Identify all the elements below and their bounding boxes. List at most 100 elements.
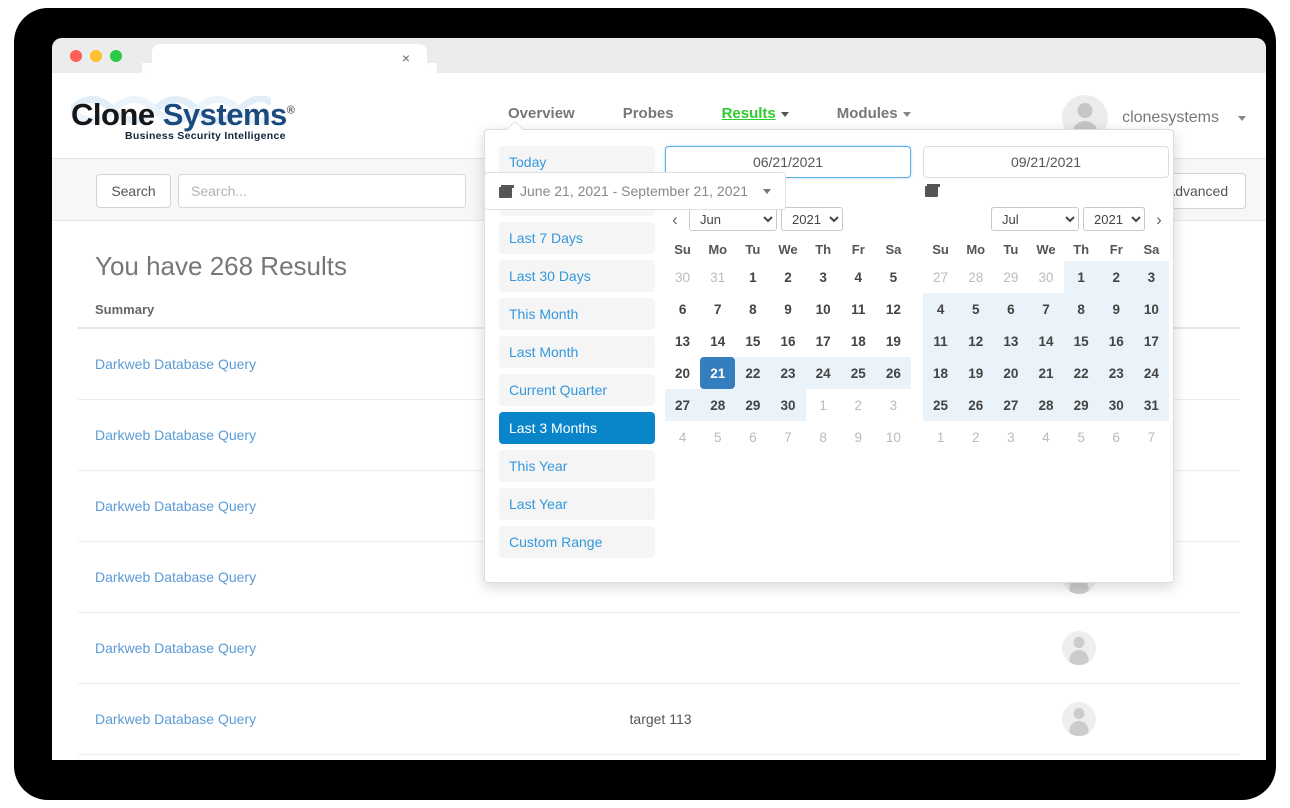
maximize-window-button[interactable] [110, 50, 122, 62]
calendar-day-cell[interactable]: 6 [665, 293, 700, 325]
nav-item-probes[interactable]: Probes [599, 105, 698, 122]
calendar-day-cell[interactable]: 17 [1133, 325, 1169, 357]
calendar-day-cell[interactable]: 25 [840, 357, 876, 389]
date-preset-custom-range[interactable]: Custom Range [499, 526, 655, 558]
calendar-day-cell[interactable]: 7 [700, 293, 735, 325]
minimize-window-button[interactable] [90, 50, 102, 62]
close-window-button[interactable] [70, 50, 82, 62]
result-summary-link[interactable]: Darkweb Database Query [95, 640, 256, 656]
calendar-day-cell[interactable]: 26 [875, 357, 911, 389]
next-month-button[interactable]: › [1149, 211, 1169, 228]
date-range-button[interactable]: June 21, 2021 - September 21, 2021 [484, 172, 786, 210]
calendar-day-cell[interactable]: 11 [841, 293, 876, 325]
calendar-day-cell[interactable]: 7 [1028, 293, 1064, 325]
table-row[interactable]: Darkweb Database Query [78, 612, 1240, 684]
calendar-day-cell[interactable]: 20 [665, 357, 700, 389]
calendar-day-cell[interactable]: 14 [700, 325, 735, 357]
calendar-day-cell[interactable]: 23 [1098, 357, 1134, 389]
date-preset-last-30-days[interactable]: Last 30 Days [499, 260, 655, 292]
calendar-day-cell[interactable]: 16 [770, 325, 805, 357]
date-preset-last-month[interactable]: Last Month [499, 336, 655, 368]
end-date-input[interactable] [923, 146, 1169, 178]
calendar-day-cell[interactable]: 27 [993, 389, 1029, 421]
calendar-day-cell[interactable]: 9 [1098, 293, 1134, 325]
calendar-day-cell[interactable]: 13 [993, 325, 1029, 357]
table-row[interactable]: Darkweb Database Querytarget 113 [78, 754, 1240, 760]
calendar-day-cell[interactable]: 25 [923, 389, 959, 421]
calendar-day-cell[interactable]: 15 [735, 325, 770, 357]
calendar-day-cell[interactable]: 5 [958, 293, 994, 325]
calendar-day-cell[interactable]: 12 [958, 325, 994, 357]
table-row[interactable]: Darkweb Database Querytarget 113 [78, 683, 1240, 755]
result-summary-link[interactable]: Darkweb Database Query [95, 356, 256, 372]
calendar-day-cell[interactable]: 2 [770, 261, 805, 293]
year-select-left[interactable]: 2021 [781, 207, 843, 231]
calendar-day-cell[interactable]: 15 [1063, 325, 1099, 357]
browser-tab[interactable]: × [142, 44, 437, 73]
calendar-day-cell[interactable]: 12 [876, 293, 911, 325]
calendar-day-cell[interactable]: 11 [923, 325, 959, 357]
nav-item-overview[interactable]: Overview [484, 105, 599, 122]
nav-item-results[interactable]: Results [698, 105, 813, 122]
calendar-day-cell[interactable]: 10 [1133, 293, 1169, 325]
calendar-day-cell[interactable]: 2 [1098, 261, 1134, 293]
calendar-day-cell[interactable]: 30 [1098, 389, 1134, 421]
date-preset-this-month[interactable]: This Month [499, 298, 655, 330]
calendar-day-cell[interactable]: 22 [1063, 357, 1099, 389]
calendar-day-cell[interactable]: 9 [770, 293, 805, 325]
calendar-day-cell[interactable]: 20 [993, 357, 1029, 389]
result-summary-link[interactable]: Darkweb Database Query [95, 711, 256, 727]
calendar-icon[interactable] [925, 184, 940, 197]
calendar-day-cell[interactable]: 1 [735, 261, 770, 293]
month-select-left[interactable]: Jun [689, 207, 777, 231]
search-button[interactable]: Search [96, 174, 171, 208]
calendar-day-cell[interactable]: 13 [665, 325, 700, 357]
calendar-day-cell[interactable]: 4 [841, 261, 876, 293]
calendar-day-cell[interactable]: 6 [993, 293, 1029, 325]
date-preset-last-3-months[interactable]: Last 3 Months [499, 412, 655, 444]
logo[interactable]: Clone Systems® Business Security Intelli… [65, 92, 295, 142]
calendar-day-cell[interactable]: 3 [806, 261, 841, 293]
calendar-day-cell[interactable]: 27 [665, 389, 701, 421]
calendar-day-cell[interactable]: 23 [770, 357, 806, 389]
month-select-right[interactable]: Jul [991, 207, 1079, 231]
calendar-day-cell[interactable]: 29 [735, 389, 771, 421]
calendar-day-cell[interactable]: 1 [1063, 261, 1099, 293]
calendar-day-cell[interactable]: 10 [806, 293, 841, 325]
date-preset-this-year[interactable]: This Year [499, 450, 655, 482]
result-summary-link[interactable]: Darkweb Database Query [95, 427, 256, 443]
date-preset-last-year[interactable]: Last Year [499, 488, 655, 520]
calendar-day-cell[interactable]: 28 [700, 389, 736, 421]
calendar-day-cell[interactable]: 4 [923, 293, 959, 325]
search-input[interactable] [178, 174, 466, 208]
date-preset-current-quarter[interactable]: Current Quarter [499, 374, 655, 406]
result-summary-link[interactable]: Darkweb Database Query [95, 498, 256, 514]
calendar-day-cell[interactable]: 5 [876, 261, 911, 293]
calendar-day-cell[interactable]: 8 [735, 293, 770, 325]
calendar-day-cell[interactable]: 31 [1133, 389, 1169, 421]
calendar-day-cell[interactable]: 14 [1028, 325, 1064, 357]
calendar-day-cell[interactable]: 19 [958, 357, 994, 389]
calendar-day-cell[interactable]: 30 [770, 389, 806, 421]
calendar-day-cell[interactable]: 3 [1133, 261, 1169, 293]
calendar-day-cell[interactable]: 18 [841, 325, 876, 357]
calendar-day-cell[interactable]: 29 [1063, 389, 1099, 421]
nav-item-modules[interactable]: Modules [813, 105, 935, 122]
calendar-day-cell[interactable]: 24 [1133, 357, 1169, 389]
calendar-day-cell[interactable]: 21 [1028, 357, 1064, 389]
close-icon[interactable]: × [399, 51, 413, 65]
calendar-day-cell[interactable]: 28 [1028, 389, 1064, 421]
year-select-right[interactable]: 2021 [1083, 207, 1145, 231]
calendar-day-cell[interactable]: 21 [700, 357, 736, 389]
calendar-day-cell[interactable]: 8 [1063, 293, 1099, 325]
calendar-day-cell[interactable]: 22 [735, 357, 771, 389]
calendar-day-cell[interactable]: 17 [806, 325, 841, 357]
calendar-day-cell[interactable]: 16 [1098, 325, 1134, 357]
calendar-day-cell[interactable]: 24 [805, 357, 841, 389]
date-preset-last-7-days[interactable]: Last 7 Days [499, 222, 655, 254]
calendar-day-cell[interactable]: 26 [958, 389, 994, 421]
calendar-day-cell[interactable]: 18 [923, 357, 959, 389]
calendar-day-cell[interactable]: 19 [876, 325, 911, 357]
result-summary-link[interactable]: Darkweb Database Query [95, 569, 256, 585]
prev-month-button[interactable]: ‹ [665, 211, 685, 228]
